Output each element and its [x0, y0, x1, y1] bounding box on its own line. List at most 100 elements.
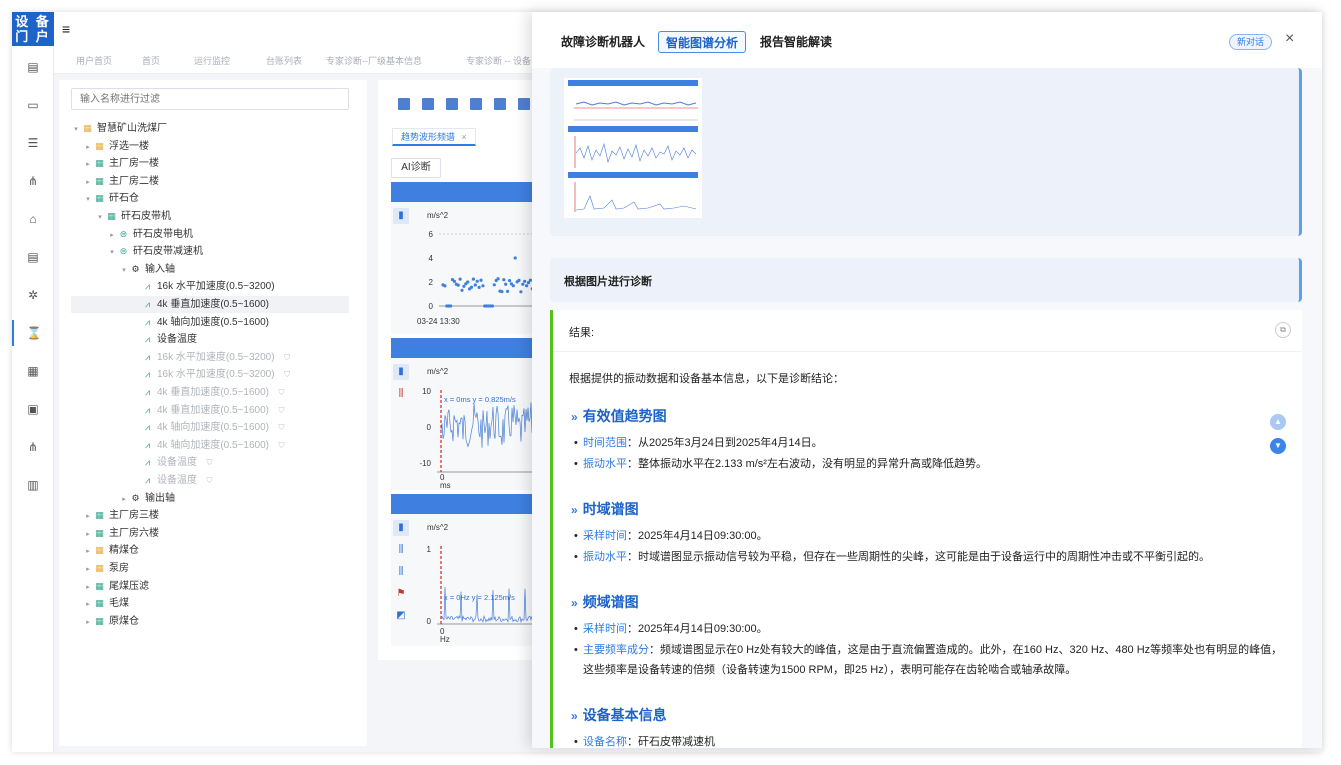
chevron-right-icon[interactable]: ▸	[83, 174, 93, 191]
tree-node[interactable]: ⩘ 4k 垂直加速度(0.5~1600)	[71, 296, 349, 313]
menu-toggle-icon[interactable]: ≡	[62, 21, 70, 37]
close-icon[interactable]: ×	[1285, 30, 1294, 48]
gear-icon[interactable]: ✲	[12, 282, 54, 308]
multi-bar-icon[interactable]: ⫼	[393, 542, 409, 558]
tree-node[interactable]: ▾ ⊜ 矸石皮带减速机	[71, 243, 349, 260]
chevron-down-icon[interactable]: ▾	[119, 262, 129, 279]
card2-icon[interactable]: ▤	[12, 244, 54, 270]
toolbar-icon-4[interactable]	[470, 98, 482, 110]
chevron-right-icon[interactable]: ▸	[119, 491, 129, 508]
trend-point	[511, 284, 515, 288]
tree-node[interactable]: ⩘ 4k 垂直加速度(0.5~1600) ⛉	[71, 402, 349, 419]
nav-tab-5[interactable]: 专家诊断 -- 设备	[466, 54, 531, 67]
tree-node[interactable]: ▸ ▦ 原煤仓	[71, 613, 349, 630]
chevron-right-icon[interactable]: ▸	[83, 526, 93, 543]
tab-close-icon[interactable]: ×	[462, 132, 467, 142]
multi-bar-icon[interactable]: ⫼	[393, 386, 409, 402]
nav-tab-2[interactable]: 运行监控	[194, 54, 230, 67]
trend-tick-4: 4	[429, 254, 434, 263]
chevron-right-icon[interactable]: ▸	[83, 561, 93, 578]
tree-node-label: 矸石仓	[109, 193, 139, 205]
tree-node[interactable]: ▸ ▦ 主厂房二楼	[71, 173, 349, 190]
tree-node[interactable]: ⩘ 设备温度 ⛉	[71, 472, 349, 489]
tree-node[interactable]: ⩘ 16k 水平加速度(0.5~3200) ⛉	[71, 366, 349, 383]
report-icon[interactable]: ▦	[12, 358, 54, 384]
tree-node[interactable]: ⩘ 16k 水平加速度(0.5~3200) ⛉	[71, 349, 349, 366]
uploaded-image-thumbnail[interactable]	[564, 78, 702, 218]
bar-tool-icon[interactable]: ▮	[393, 364, 409, 380]
tab-report-interpret[interactable]: 报告智能解读	[753, 31, 839, 53]
toolbar-icon-1[interactable]	[398, 98, 410, 110]
tree-node[interactable]: ⩘ 设备温度 ⛉	[71, 454, 349, 471]
scroll-up-icon[interactable]: ▲	[1270, 414, 1286, 430]
chevron-right-icon[interactable]: ▸	[83, 156, 93, 173]
bar-tool-icon[interactable]: ▮	[393, 208, 409, 224]
chevron-right-icon[interactable]: ▸	[83, 139, 93, 156]
tree-node[interactable]: ▸ ▦ 尾煤压滤	[71, 578, 349, 595]
tree-node[interactable]: ⩘ 设备温度	[71, 331, 349, 348]
chart-icon[interactable]: ▥	[12, 472, 54, 498]
chevron-right-icon[interactable]: ▸	[83, 614, 93, 631]
chevron-right-icon[interactable]: ▸	[83, 579, 93, 596]
card-icon[interactable]: ▤	[12, 54, 54, 80]
multi-bar-2-icon[interactable]: ⫼	[393, 564, 409, 580]
bar-tool-icon[interactable]: ▮	[393, 520, 409, 536]
tree-node[interactable]: ▾ ⚙ 输入轴	[71, 261, 349, 278]
nav-tab-4[interactable]: 专家诊断--厂级基本信息	[326, 54, 422, 67]
toolbar-icon-5[interactable]	[494, 98, 506, 110]
tree-node[interactable]: ▾ ▦ 矸石仓	[71, 190, 349, 207]
tree-node[interactable]: ▸ ▦ 泵房	[71, 560, 349, 577]
toolbar-icon-2[interactable]	[422, 98, 434, 110]
monitor-icon[interactable]: ▣	[12, 396, 54, 422]
tree-icon[interactable]: ⋔	[12, 434, 54, 460]
new-chat-button[interactable]: 新对话	[1229, 34, 1273, 50]
tree-node[interactable]: ▸ ▦ 精煤仓	[71, 542, 349, 559]
chevron-right-icon[interactable]: ▸	[83, 596, 93, 613]
doc-icon[interactable]: ▭	[12, 92, 54, 118]
nav-tab-1[interactable]: 首页	[142, 54, 160, 67]
tree-node[interactable]: ▸ ⚙ 输出轴	[71, 490, 349, 507]
tab-smart-spectrum[interactable]: 智能图谱分析	[658, 31, 747, 53]
tree-node[interactable]: ▸ ▦ 主厂房一楼	[71, 155, 349, 172]
chevron-down-icon[interactable]: ▾	[107, 244, 117, 261]
chevron-right-icon[interactable]: ▸	[107, 227, 117, 244]
org-icon[interactable]: ⋔	[12, 168, 54, 194]
building-icon[interactable]: ⌂	[12, 206, 54, 232]
ai-diagnose-button[interactable]: AI诊断	[391, 158, 441, 178]
hourglass-icon[interactable]: ⌛	[12, 320, 54, 346]
nav-tab-3[interactable]: 台账列表	[266, 54, 302, 67]
trend-point	[496, 277, 500, 281]
trend-line-icon: ⩘	[144, 457, 151, 468]
tree-node[interactable]: ⩘ 4k 轴向加速度(0.5~1600) ⛉	[71, 437, 349, 454]
tree-node[interactable]: ▸ ▦ 毛煤	[71, 595, 349, 612]
trend-point	[492, 283, 496, 287]
tree-filter-input[interactable]	[71, 88, 349, 110]
tree-node[interactable]: ⩘ 4k 轴向加速度(0.5~1600)	[71, 314, 349, 331]
chevron-right-icon[interactable]: ▸	[83, 543, 93, 560]
tree-node[interactable]: ▸ ▦ 浮选一楼	[71, 138, 349, 155]
chevron-down-icon[interactable]: ▾	[71, 121, 81, 138]
tree-node[interactable]: ▸ ▦ 主厂房六楼	[71, 525, 349, 542]
tab-fault-robot[interactable]: 故障诊断机器人	[554, 31, 652, 53]
toolbar-icon-6[interactable]	[518, 98, 530, 110]
scroll-down-icon[interactable]: ▼	[1270, 438, 1286, 454]
chevron-down-icon[interactable]: ▾	[83, 191, 93, 208]
tree-node[interactable]: ⩘ 4k 轴向加速度(0.5~1600) ⛉	[71, 419, 349, 436]
tree-node[interactable]: ▸ ⊜ 矸石皮带电机	[71, 226, 349, 243]
spectrum-chart: ▮ ⫼ ⫼ ⚑ ◩ m/s^2 1 0 x = 0Hz y = 2.125m/s…	[391, 494, 548, 646]
portal-logo[interactable]: 设 备 门 户	[12, 12, 54, 46]
chevron-right-icon[interactable]: ▸	[83, 508, 93, 525]
tree-node[interactable]: ▾ ▦ 智慧矿山洗煤厂	[71, 120, 349, 137]
chevron-down-icon[interactable]: ▾	[95, 209, 105, 226]
tree-node[interactable]: ▾ ▦ 矸石皮带机	[71, 208, 349, 225]
tree-node[interactable]: ⩘ 16k 水平加速度(0.5~3200)	[71, 278, 349, 295]
tree-node[interactable]: ▸ ▦ 主厂房三楼	[71, 507, 349, 524]
list-icon[interactable]: ☰	[12, 130, 54, 156]
copy-icon[interactable]: ⧉	[1275, 322, 1291, 338]
toolbar-icon-3[interactable]	[446, 98, 458, 110]
flag-icon[interactable]: ⚑	[393, 586, 409, 602]
tree-node[interactable]: ⩘ 4k 垂直加速度(0.5~1600) ⛉	[71, 384, 349, 401]
marker-icon[interactable]: ◩	[393, 608, 409, 624]
tab-trend-wave-spectrum[interactable]: 趋势波形频谱 ×	[392, 128, 476, 146]
nav-tab-0[interactable]: 用户首页	[76, 54, 112, 67]
